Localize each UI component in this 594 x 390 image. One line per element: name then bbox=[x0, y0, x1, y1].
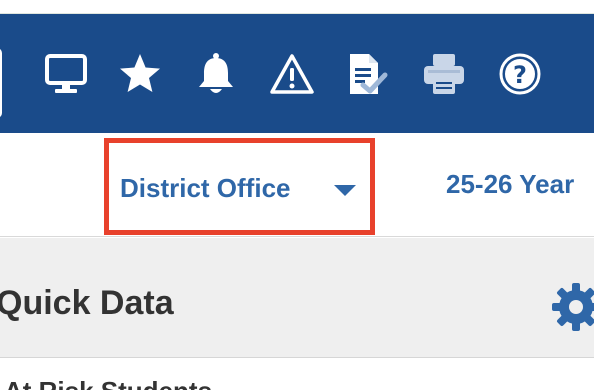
selector-bar: District Office 25-26 Year bbox=[0, 133, 594, 237]
quick-data-header: Quick Data bbox=[0, 238, 594, 358]
bell-icon[interactable] bbox=[190, 48, 242, 100]
svg-text:?: ? bbox=[513, 61, 527, 89]
quick-data-title: Quick Data bbox=[0, 284, 174, 322]
top-strip bbox=[0, 0, 594, 14]
district-dropdown[interactable]: District Office bbox=[104, 138, 375, 235]
caret-down-icon bbox=[334, 185, 356, 196]
star-icon[interactable] bbox=[114, 48, 166, 100]
gear-icon[interactable] bbox=[552, 283, 594, 331]
document-check-icon[interactable] bbox=[340, 48, 392, 100]
list-item[interactable]: At Risk Students bbox=[4, 376, 212, 390]
toolbar-edge-button[interactable] bbox=[0, 48, 2, 118]
main-toolbar: ? bbox=[0, 14, 594, 133]
printer-icon[interactable] bbox=[418, 48, 470, 100]
monitor-icon[interactable] bbox=[40, 48, 92, 100]
help-icon[interactable]: ? bbox=[494, 48, 546, 100]
school-year-dropdown[interactable]: 25-26 Year bbox=[446, 169, 574, 200]
district-dropdown-label: District Office bbox=[120, 173, 291, 203]
warning-icon[interactable] bbox=[266, 48, 318, 100]
quick-data-list: At Risk Students bbox=[0, 359, 594, 390]
